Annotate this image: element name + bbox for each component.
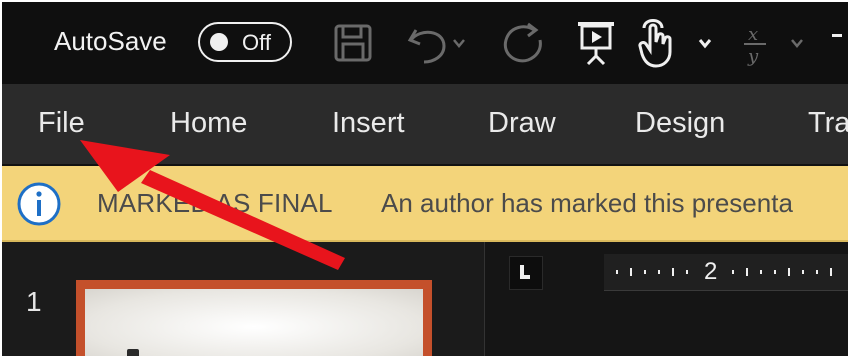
svg-text:y: y	[747, 46, 759, 66]
tab-draw[interactable]: Draw	[488, 107, 556, 140]
message-title: MARKED AS FINAL	[97, 188, 333, 218]
tab-design[interactable]: Design	[635, 107, 725, 140]
autosave-state: Off	[242, 30, 271, 55]
autosave-label: AutoSave	[54, 26, 167, 56]
slide-thumbnail-pane: 1	[2, 242, 485, 356]
ruler-ticks	[616, 268, 832, 276]
svg-text:x: x	[748, 24, 758, 45]
tab-stop-selector[interactable]	[509, 256, 543, 290]
slide-thumbnail[interactable]	[76, 280, 432, 356]
tab-transitions[interactable]: Tra	[808, 107, 848, 140]
horizontal-ruler: 2	[604, 254, 848, 291]
left-tab-icon	[520, 265, 530, 279]
autosave-toggle[interactable]: Off	[198, 22, 292, 62]
equation-icon[interactable]: x y	[740, 20, 810, 66]
tab-insert[interactable]: Insert	[332, 107, 405, 140]
message-text: An author has marked this presenta	[381, 188, 793, 218]
marked-as-final-bar: MARKED AS FINAL An author has marked thi…	[2, 166, 848, 242]
title-bar: AutoSave Off x y	[2, 2, 848, 84]
slide-number: 1	[26, 286, 42, 317]
present-icon[interactable]	[576, 20, 620, 66]
slide-content-object	[127, 349, 139, 356]
ruler-number: 2	[704, 258, 718, 285]
redo-icon[interactable]	[498, 20, 548, 66]
undo-icon[interactable]	[406, 22, 466, 64]
powerpoint-window: AutoSave Off x y File Home Insert Draw D…	[2, 2, 848, 356]
touch-mode-icon[interactable]	[636, 18, 716, 68]
more-icon[interactable]	[830, 30, 846, 50]
tab-file[interactable]: File	[38, 107, 85, 140]
info-icon	[16, 181, 62, 232]
toggle-knob	[210, 33, 228, 51]
slide-preview	[85, 289, 423, 356]
workspace: 1 2	[2, 242, 848, 356]
save-icon[interactable]	[332, 22, 374, 64]
tab-home[interactable]: Home	[170, 107, 247, 140]
ribbon-tabs: File Home Insert Draw Design Tra	[2, 84, 848, 164]
